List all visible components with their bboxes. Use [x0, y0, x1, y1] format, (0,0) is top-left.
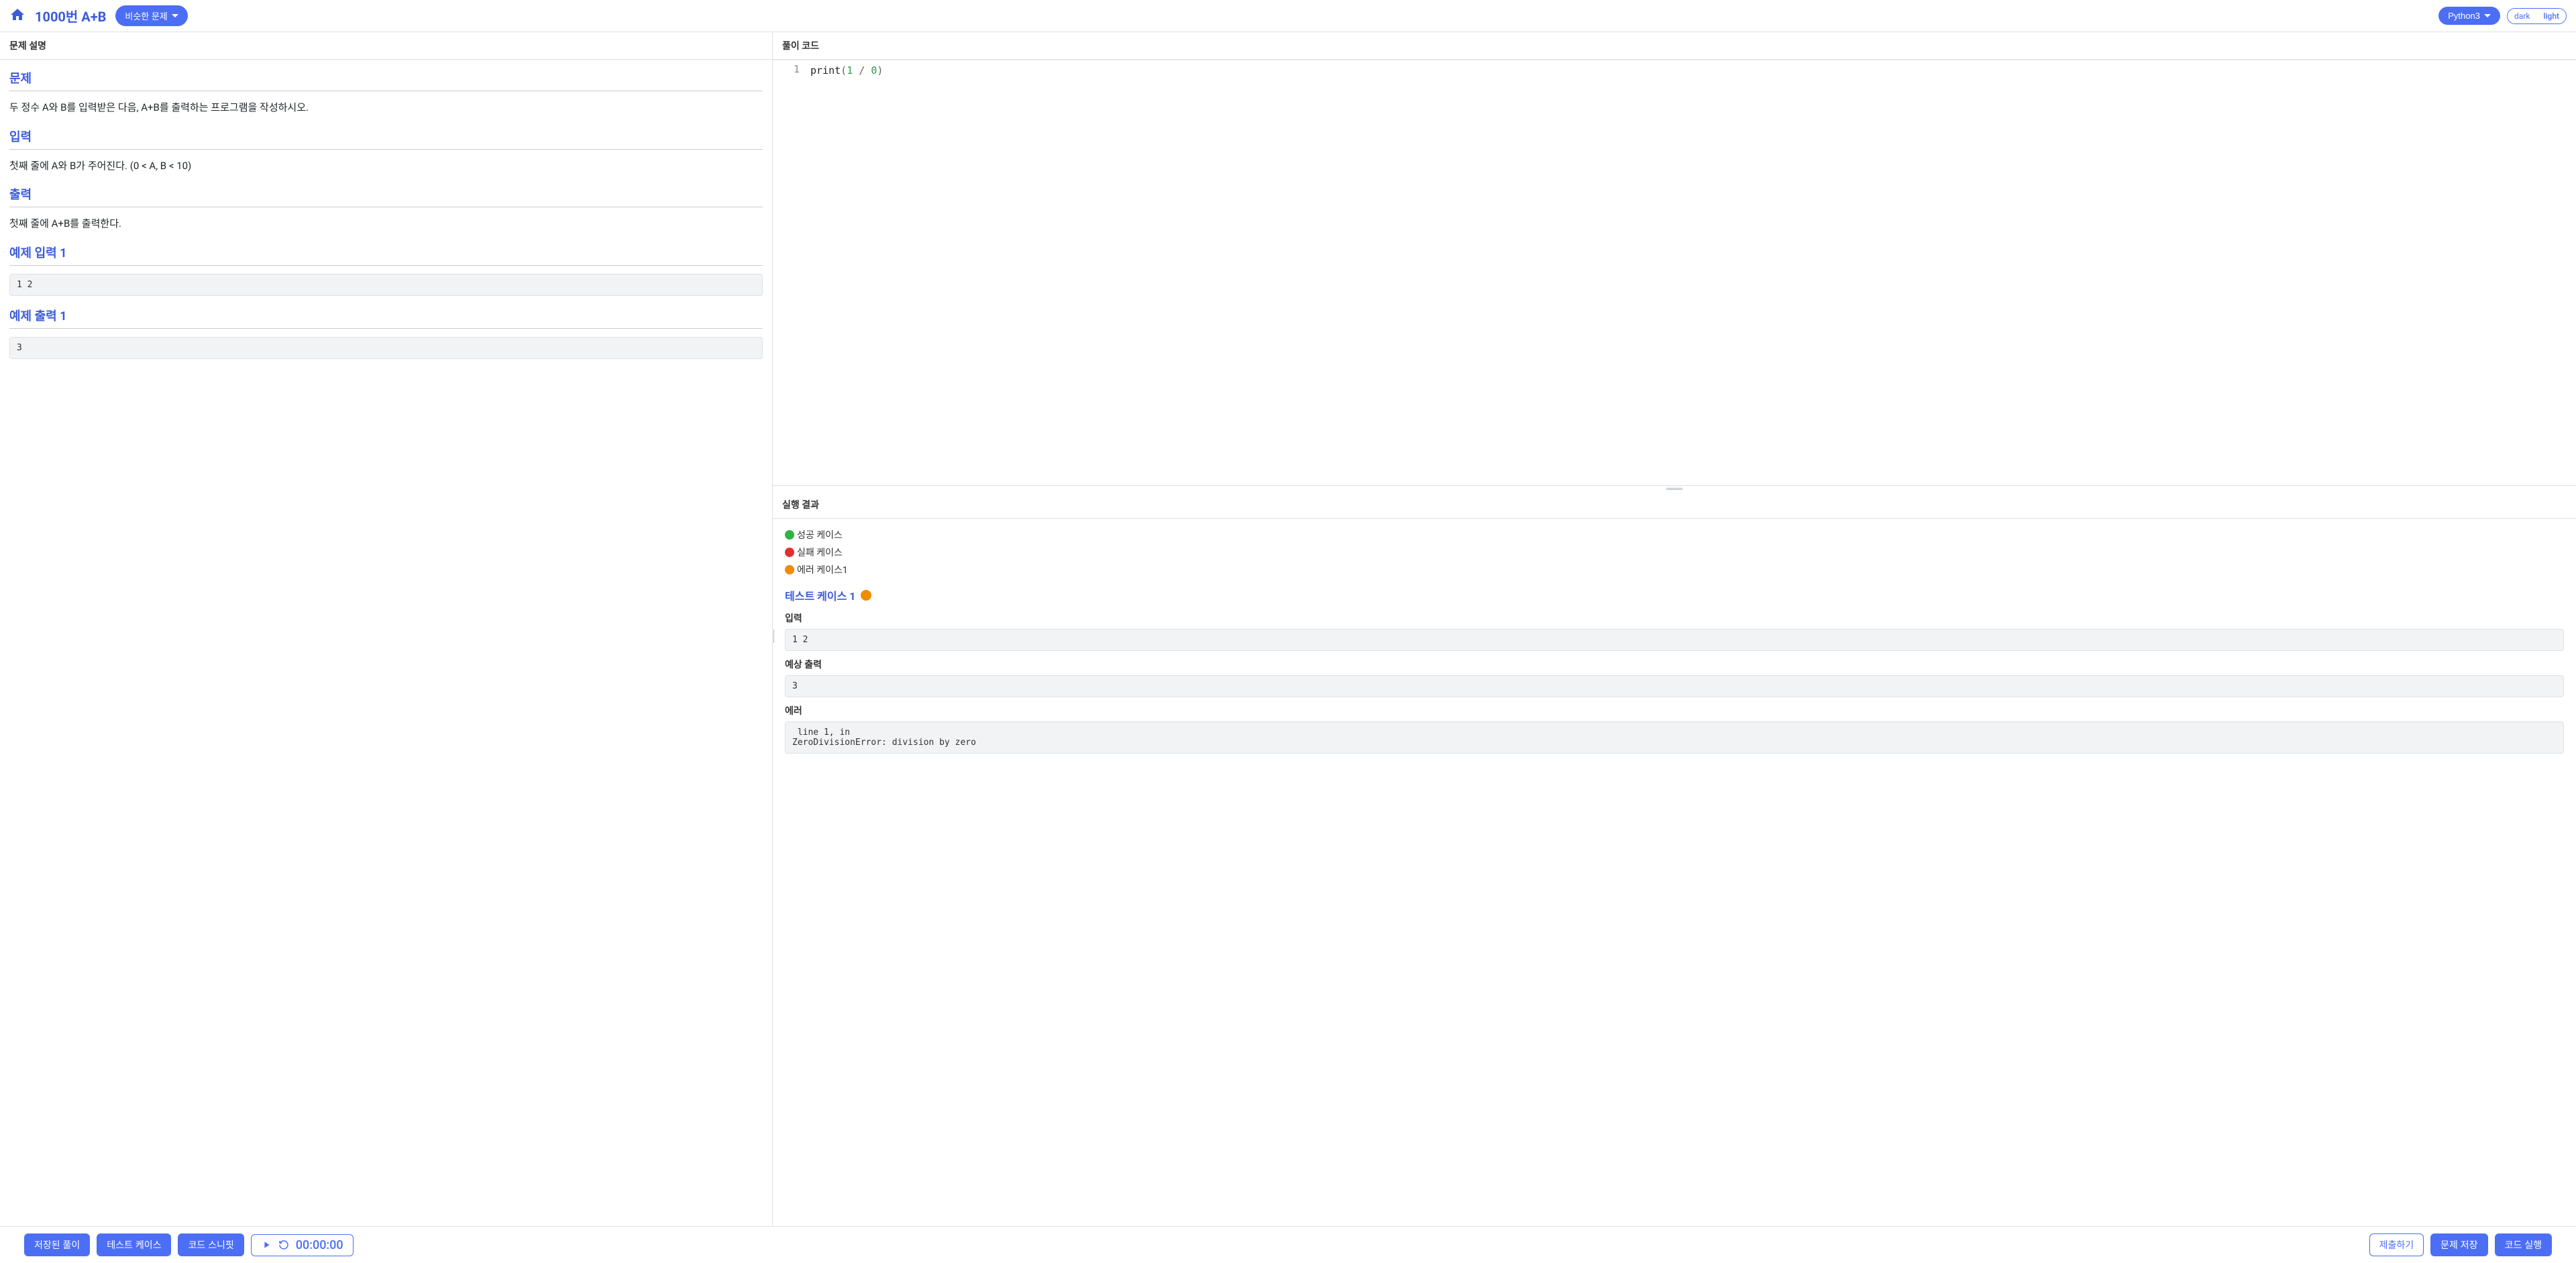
similar-problems-button[interactable]: 비슷한 문제 — [115, 5, 187, 26]
example-input-value: 1 2 — [9, 274, 763, 296]
testcase-input-heading: 입력 — [785, 611, 2564, 625]
code-panel: 풀이 코드 1 print(1 / 0) 실행 결과 성공 케이스 — [773, 32, 2576, 1226]
section-output-text: 첫째 줄에 A+B를 출력한다. — [9, 215, 763, 233]
editor-gutter: 1 — [773, 60, 806, 485]
problem-panel-title: 문제 설명 — [0, 32, 772, 60]
green-dot-icon — [785, 530, 794, 540]
reset-icon — [278, 1240, 289, 1250]
section-input-heading: 입력 — [9, 128, 763, 150]
testcase-expected-value: 3 — [785, 675, 2564, 697]
vertical-split-handle[interactable] — [773, 629, 776, 643]
home-icon[interactable] — [9, 7, 25, 26]
header: 1000번 A+B 비슷한 문제 Python3 dark light — [0, 0, 2576, 32]
section-input-text: 첫째 줄에 A와 B가 주어진다. (0 < A, B < 10) — [9, 158, 763, 175]
theme-toggle: dark light — [2507, 8, 2567, 24]
legend-fail-label: 실패 케이스 — [797, 546, 843, 559]
code-content[interactable]: print(1 / 0) — [806, 60, 2576, 485]
horizontal-split-handle[interactable] — [773, 486, 2576, 491]
footer: 저장된 풀이 테스트 케이스 코드 스니핏 00:00:00 제출하기 문제 저… — [0, 1226, 2576, 1263]
section-example-output-heading: 예제 출력 1 — [9, 307, 763, 329]
testcase-heading: 테스트 케이스 1 — [785, 587, 2564, 603]
snippet-button[interactable]: 코드 스니핏 — [178, 1233, 244, 1256]
submit-button[interactable]: 제출하기 — [2369, 1233, 2424, 1256]
legend-error: 에러 케이스1 — [785, 563, 2564, 576]
language-select[interactable]: Python3 — [2438, 7, 2500, 25]
testcase-button[interactable]: 테스트 케이스 — [97, 1233, 171, 1256]
theme-dark-option[interactable]: dark — [2508, 9, 2536, 23]
testcase-title: 테스트 케이스 1 — [785, 587, 855, 603]
legend-success: 성공 케이스 — [785, 528, 2564, 542]
timer-value: 00:00:00 — [296, 1238, 343, 1252]
testcase-input-value: 1 2 — [785, 629, 2564, 651]
example-output-value: 3 — [9, 337, 763, 359]
chevron-down-icon — [172, 13, 178, 19]
section-problem-text: 두 정수 A와 B를 입력받은 다음, A+B를 출력하는 프로그램을 작성하시… — [9, 99, 763, 117]
line-number: 1 — [773, 63, 800, 75]
section-example-input-heading: 예제 입력 1 — [9, 244, 763, 266]
legend-success-label: 성공 케이스 — [797, 528, 843, 542]
testcase-error-heading: 에러 — [785, 704, 2564, 717]
legend-fail: 실패 케이스 — [785, 546, 2564, 559]
red-dot-icon — [785, 548, 794, 557]
chevron-down-icon — [2484, 13, 2491, 19]
section-problem-heading: 문제 — [9, 69, 763, 91]
orange-dot-icon — [785, 565, 794, 574]
testcase-error-value: line 1, in ZeroDivisionError: division b… — [785, 721, 2564, 754]
timer-control[interactable]: 00:00:00 — [251, 1234, 354, 1256]
editor-title: 풀이 코드 — [773, 32, 2576, 60]
section-output-heading: 출력 — [9, 185, 763, 207]
run-code-button[interactable]: 코드 실행 — [2495, 1233, 2552, 1256]
testcase-status-icon — [861, 590, 871, 601]
problem-panel: 문제 설명 문제 두 정수 A와 B를 입력받은 다음, A+B를 출력하는 프… — [0, 32, 773, 1226]
play-icon — [261, 1240, 272, 1250]
saved-solutions-button[interactable]: 저장된 풀이 — [24, 1233, 90, 1256]
legend-error-label: 에러 케이스1 — [797, 563, 848, 576]
problem-title[interactable]: 1000번 A+B — [35, 6, 106, 26]
testcase-expected-heading: 예상 출력 — [785, 658, 2564, 671]
similar-problems-label: 비슷한 문제 — [125, 9, 167, 22]
theme-light-option[interactable]: light — [2536, 9, 2566, 23]
results-title: 실행 결과 — [773, 491, 2576, 519]
code-editor[interactable]: 1 print(1 / 0) — [773, 60, 2576, 485]
save-problem-button[interactable]: 문제 저장 — [2430, 1233, 2487, 1256]
language-label: Python3 — [2448, 11, 2480, 21]
